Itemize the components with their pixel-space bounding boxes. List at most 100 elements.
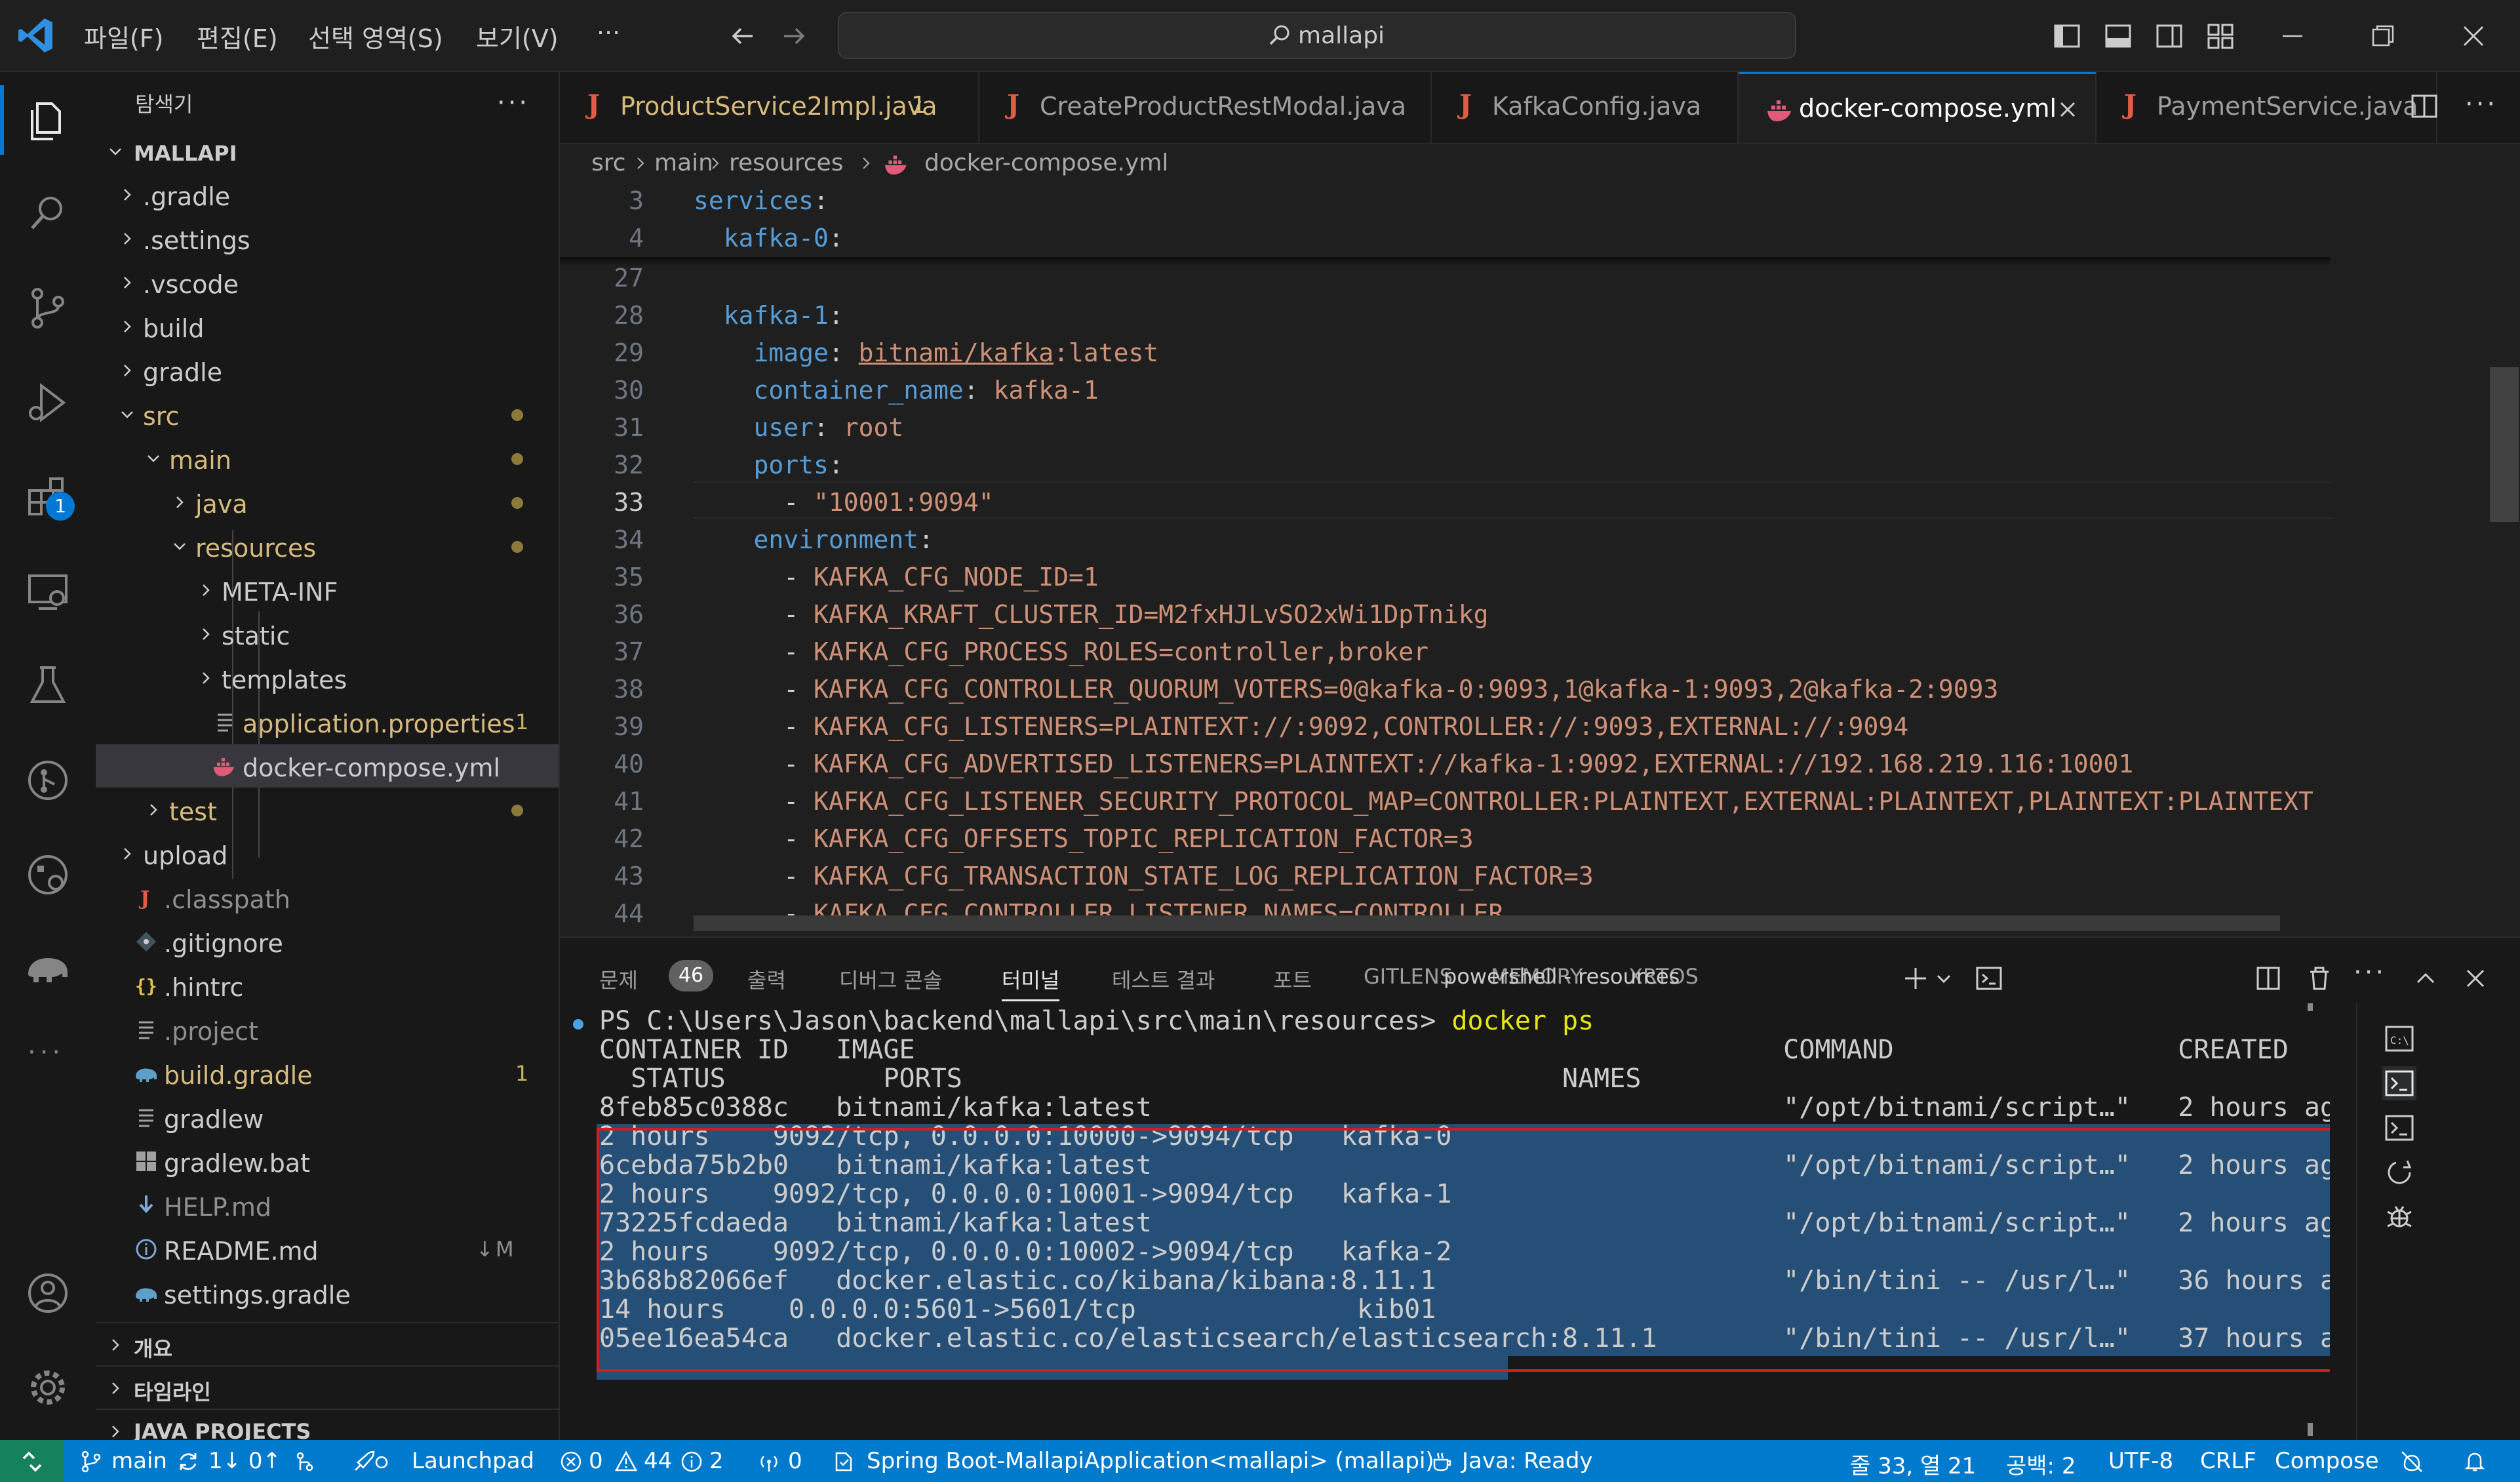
source-control-icon[interactable] — [22, 282, 74, 334]
terminal-name[interactable]: powershell - resources — [1444, 964, 1680, 989]
tree-item-gradlew-bat[interactable]: gradlew.bat — [96, 1140, 559, 1183]
close-tab-icon[interactable] — [2056, 98, 2079, 121]
status-warnings[interactable]: 44 — [644, 1448, 672, 1474]
docker-icon[interactable] — [22, 849, 74, 901]
tree-item-java[interactable]: java — [96, 481, 559, 524]
explorer-icon[interactable] — [22, 93, 74, 146]
tree-item-gradle-folder[interactable]: gradle — [96, 349, 559, 392]
terminal-powershell-icon-active[interactable] — [2382, 1066, 2416, 1100]
status-language[interactable]: Compose — [2275, 1448, 2379, 1474]
terminal-output[interactable]: PS C:\Users\Jason\backend\mallapi\src\ma… — [560, 1003, 2330, 1441]
status-cursor-position[interactable]: 줄 33, 열 21 — [1850, 1448, 1976, 1480]
breadcrumb-file[interactable]: docker-compose.yml — [924, 150, 1168, 176]
panel-tab-debug-console[interactable]: 디버그 콘솔 — [839, 964, 942, 994]
tab-kafkaconfig[interactable]: J KafkaConfig.java — [1432, 72, 1739, 143]
testing-flask-icon[interactable] — [22, 660, 74, 712]
command-center-search[interactable]: mallapi — [838, 12, 1796, 59]
accounts-icon[interactable] — [22, 1267, 74, 1319]
terminal-cmd-icon[interactable]: C:\ — [2382, 1022, 2416, 1056]
code-editor[interactable]: 3 services: 4 kafka-0: 27 28 kafka-1: 29… — [560, 182, 2520, 936]
status-launchpad[interactable]: Launchpad — [412, 1448, 534, 1474]
scrollbar-thumb[interactable] — [2490, 367, 2519, 522]
tree-item-gradle-dir[interactable]: .gradle — [96, 173, 559, 216]
tree-root-mallapi[interactable]: MALLAPI — [96, 130, 559, 173]
minimize-icon[interactable] — [2276, 20, 2309, 52]
status-eol[interactable]: CRLF — [2200, 1448, 2256, 1474]
gradle-elephant-icon[interactable] — [22, 943, 74, 995]
split-editor-icon[interactable] — [2409, 90, 2440, 122]
tab-paymentservice[interactable]: J PaymentService.java — [2097, 72, 2437, 143]
section-timeline[interactable]: 타임라인 — [96, 1365, 559, 1409]
menu-file[interactable]: 파일(F) — [84, 18, 163, 54]
tree-item-templates[interactable]: templates — [96, 656, 559, 700]
tree-item-gradlew[interactable]: gradlew — [96, 1096, 559, 1139]
menu-view[interactable]: 보기(V) — [476, 18, 559, 54]
tree-item-build-dir[interactable]: build — [96, 305, 559, 348]
tree-item-classpath[interactable]: J .classpath — [96, 876, 559, 919]
tree-item-gitignore[interactable]: .gitignore — [96, 920, 559, 963]
panel-more-actions-icon[interactable]: ··· — [2353, 957, 2386, 988]
customize-layout-icon[interactable] — [2204, 20, 2237, 52]
section-outline[interactable]: 개요 — [96, 1322, 559, 1365]
panel-tab-terminal[interactable]: 터미널 — [1002, 964, 1060, 1001]
breadcrumb-src[interactable]: src — [591, 150, 626, 176]
panel-tab-output[interactable]: 출력 — [747, 964, 786, 994]
status-infos[interactable]: 2 — [709, 1448, 724, 1474]
chevron-down-icon[interactable] — [1934, 964, 1954, 993]
panel-tab-problems[interactable]: 문제 — [599, 964, 638, 994]
tree-item-settings-gradle[interactable]: settings.gradle — [96, 1272, 559, 1315]
tree-item-project[interactable]: .project — [96, 1008, 559, 1051]
tree-item-help-md[interactable]: HELP.md — [96, 1184, 559, 1227]
status-ports[interactable]: 0 — [788, 1448, 802, 1474]
status-encoding[interactable]: UTF-8 — [2108, 1448, 2173, 1474]
toggle-secondary-sidebar-icon[interactable] — [2153, 20, 2186, 52]
terminal-sync-icon[interactable] — [2382, 1155, 2416, 1190]
tree-item-vscode-dir[interactable]: .vscode — [96, 261, 559, 304]
maximize-panel-chevron-up-icon[interactable] — [2411, 964, 2440, 993]
breadcrumb-main[interactable]: main — [654, 150, 713, 176]
terminal-powershell-icon[interactable] — [2382, 1111, 2416, 1145]
copilot-disabled-icon[interactable] — [2399, 1449, 2424, 1474]
tree-item-resources[interactable]: resources — [96, 525, 559, 568]
status-java[interactable]: Java: Ready — [1462, 1448, 1593, 1474]
remote-indicator[interactable] — [0, 1440, 64, 1482]
tab-createproductrestmodal[interactable]: J CreateProductRestModal.java — [979, 72, 1432, 143]
editor-more-actions-icon[interactable]: ··· — [2465, 89, 2498, 119]
notifications-bell-icon[interactable] — [2462, 1449, 2487, 1474]
tree-item-readme-md[interactable]: README.md ↓ M — [96, 1228, 559, 1271]
forward-arrow-icon[interactable] — [778, 20, 810, 52]
terminal-debug-icon[interactable] — [2382, 1200, 2416, 1234]
breadcrumb-resources[interactable]: resources — [729, 150, 843, 176]
tree-item-src[interactable]: src — [96, 393, 559, 436]
tab-docker-compose[interactable]: docker-compose.yml — [1739, 72, 2097, 143]
split-terminal-icon[interactable] — [2254, 964, 2283, 993]
panel-tab-test-results[interactable]: 테스트 결과 — [1112, 964, 1215, 994]
status-sync[interactable]: 1↓ 0↑ — [208, 1448, 281, 1474]
restore-icon[interactable] — [2367, 20, 2399, 52]
toggle-primary-sidebar-icon[interactable] — [2051, 20, 2083, 52]
tree-item-build-gradle[interactable]: build.gradle 1 — [96, 1052, 559, 1095]
status-spring-boot[interactable]: Spring Boot-MallapiApplication<mallapi> … — [867, 1448, 1434, 1474]
more-views-icon[interactable]: ··· — [28, 1037, 64, 1068]
tree-item-main[interactable]: main — [96, 437, 559, 480]
close-panel-icon[interactable] — [2461, 964, 2490, 993]
editor-vertical-scrollbar[interactable] — [2490, 182, 2520, 936]
tree-item-test[interactable]: test — [96, 788, 559, 831]
panel-tab-ports[interactable]: 포트 — [1273, 964, 1312, 994]
menu-more[interactable]: ··· — [597, 18, 620, 47]
close-window-icon[interactable] — [2457, 20, 2490, 52]
tree-item-meta-inf[interactable]: META-INF — [96, 569, 559, 612]
image-link[interactable]: bitnami/kafka — [859, 338, 1053, 367]
tree-item-application-properties[interactable]: application.properties 1 — [96, 700, 559, 744]
tree-item-static[interactable]: static — [96, 612, 559, 656]
tree-item-docker-compose[interactable]: docker-compose.yml — [96, 744, 559, 788]
tree-item-hintrc[interactable]: {} .hintrc — [96, 964, 559, 1007]
tree-item-upload[interactable]: upload — [96, 832, 559, 875]
run-debug-icon[interactable] — [22, 376, 74, 429]
status-branch[interactable]: main — [111, 1448, 167, 1474]
status-indentation[interactable]: 공백: 2 — [2006, 1448, 2076, 1480]
status-errors[interactable]: 0 — [589, 1448, 603, 1474]
search-view-icon[interactable] — [22, 188, 74, 240]
tree-item-settings-dir[interactable]: .settings — [96, 217, 559, 260]
new-terminal-plus-icon[interactable] — [1901, 964, 1930, 993]
